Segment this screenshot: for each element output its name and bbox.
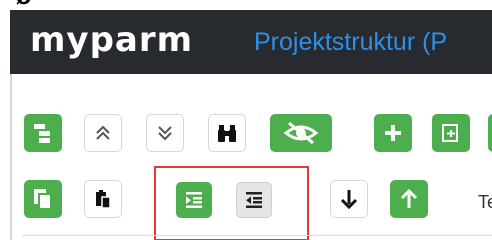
double-chevron-up-icon <box>96 125 110 140</box>
tree-structure-button[interactable] <box>24 114 62 152</box>
plus-icon <box>385 125 401 141</box>
copy-button[interactable] <box>24 180 62 218</box>
partial-toolbar-label: Te <box>478 192 492 212</box>
paste-icon <box>96 190 111 209</box>
new-folder-button[interactable] <box>432 114 470 152</box>
grid-top-border <box>22 235 492 236</box>
search-button[interactable] <box>208 114 246 152</box>
binoculars-icon <box>218 125 236 142</box>
collapse-up-button[interactable] <box>84 114 122 152</box>
paste-button[interactable] <box>84 180 122 218</box>
add-folder-icon <box>442 124 458 142</box>
arrow-up-icon <box>400 188 418 208</box>
arrow-down-icon <box>340 190 358 210</box>
double-chevron-down-icon <box>158 126 172 141</box>
page-title: Projektstruktur (P <box>254 28 448 56</box>
hide-button[interactable] <box>270 114 332 152</box>
toolbar-overflow-button[interactable] <box>488 114 492 152</box>
move-up-button[interactable] <box>390 180 428 218</box>
move-down-button[interactable] <box>330 180 368 218</box>
app-header: myparm Projektstruktur (P <box>10 10 492 74</box>
top-strip: Ø <box>0 0 492 10</box>
add-button[interactable] <box>374 114 412 152</box>
tree-structure-icon <box>34 124 50 143</box>
page: Ø myparm Projektstruktur (P <box>0 0 492 240</box>
eye-slash-icon <box>283 121 319 145</box>
indent-outdent-highlight <box>154 166 309 240</box>
panel-left-border <box>10 74 12 240</box>
logo[interactable]: myparm <box>30 20 193 60</box>
copy-icon <box>34 189 52 210</box>
expand-down-button[interactable] <box>146 114 184 152</box>
partial-text: Ø <box>16 0 31 9</box>
